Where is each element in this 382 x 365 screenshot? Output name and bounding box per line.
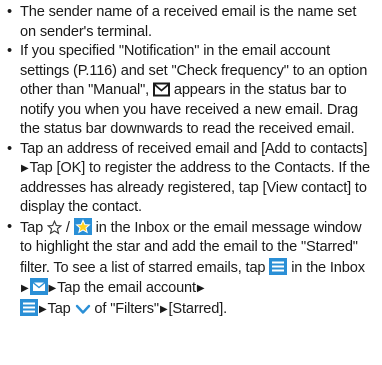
star-outline-icon <box>46 219 62 235</box>
document-page: • The sender name of a received email is… <box>0 0 382 365</box>
note-text-1: Tap <box>20 219 47 236</box>
menu-lines-icon <box>269 257 288 275</box>
note-text-8: [Starred]. <box>168 300 228 317</box>
note-text: The sender name of a received email is t… <box>20 4 357 40</box>
bullet: • <box>7 140 12 157</box>
step-arrow: ▶ <box>48 283 57 294</box>
note-text-part-b: Tap [OK] to register the address to the … <box>20 160 370 215</box>
menu-lines-icon <box>20 298 38 316</box>
notes-list: • The sender name of a received email is… <box>6 3 374 319</box>
step-arrow: ▶ <box>196 283 205 294</box>
note-text-4: in the Inbox <box>287 259 365 276</box>
note-sender-name: • The sender name of a received email is… <box>6 3 374 42</box>
mail-envelope-icon <box>152 82 170 97</box>
step-arrow: ▶ <box>21 283 29 294</box>
note-text-7: of "Filters" <box>90 300 159 317</box>
bullet: • <box>7 43 12 59</box>
note-text-part-a: Tap an address of received email and [Ad… <box>20 140 368 157</box>
note-text-5: Tap the email account <box>57 280 196 296</box>
note-text-2: / <box>61 219 74 236</box>
note-starred: • Tap / in the Inbox or the email messag… <box>6 217 374 320</box>
bullet: • <box>7 4 12 20</box>
chevron-down-icon <box>75 303 91 316</box>
step-arrow: ▶ <box>159 303 168 315</box>
step-arrow: ▶ <box>21 163 29 174</box>
star-filled-icon <box>73 217 92 235</box>
note-notification: • If you specified "Notification" in the… <box>6 42 374 140</box>
mail-app-icon <box>29 278 48 295</box>
note-text-6: Tap <box>47 300 75 317</box>
note-add-contacts: • Tap an address of received email and [… <box>6 140 374 218</box>
bullet: • <box>7 218 12 235</box>
step-arrow: ▶ <box>39 303 47 315</box>
